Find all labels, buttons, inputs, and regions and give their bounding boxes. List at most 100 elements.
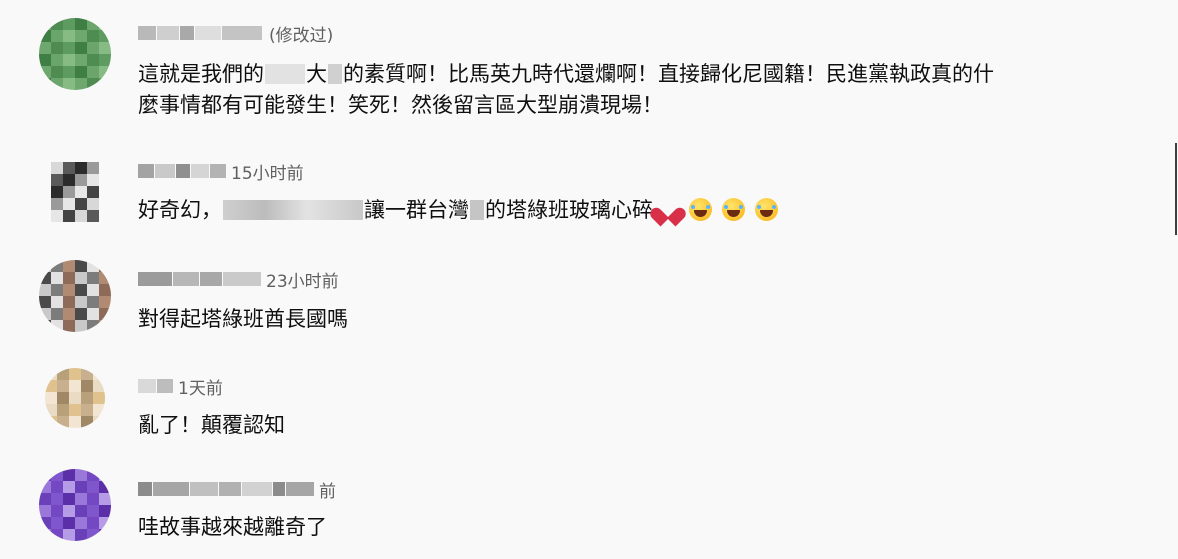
avatar-pixel [87,469,99,481]
redacted-name-block [219,482,241,496]
avatar-pixel [93,404,105,416]
avatar[interactable] [51,162,99,222]
comment-header: 23小时前 [138,267,339,292]
avatar-pixel [57,416,69,428]
avatar-pixel [63,493,75,505]
avatar-pixel [75,66,87,78]
avatar-pixel [45,404,57,416]
avatar-pixel [87,260,99,272]
avatar-pixel [93,392,105,404]
avatar-pixel [93,380,105,392]
avatar-pixel [51,186,63,198]
avatar[interactable] [39,469,111,541]
laughing-tears-icon [755,198,778,221]
redacted-name-block [155,164,175,178]
avatar-pixel [75,469,87,481]
avatar-pixel [75,30,87,42]
avatar-pixel [69,404,81,416]
avatar-pixel [45,368,57,380]
avatar[interactable] [39,18,111,90]
comment-timestamp[interactable]: 1天前 [178,374,223,399]
avatar-pixel [99,66,111,78]
avatar-pixel [45,392,57,404]
author-name-redacted[interactable] [138,377,174,395]
author-name-redacted[interactable] [138,270,262,288]
avatar-pixel [63,505,75,517]
redacted-name-block [222,26,262,40]
avatar-pixel [81,368,93,380]
avatar-pixel [51,493,63,505]
comment-timestamp[interactable]: 23小时前 [266,267,339,292]
avatar-pixel [63,529,75,541]
author-name-redacted[interactable] [138,480,315,498]
redacted-name-block [190,482,218,496]
avatar[interactable] [45,368,105,428]
avatar-pixel [87,210,99,222]
comments-section: (修改过) 這就是我們的大的素質啊！比馬英九時代還爛啊！直接歸化尼國籍！民進黨執… [0,0,1178,559]
avatar-pixel [51,18,63,30]
avatar-pixel [75,174,87,186]
avatar-pixel [87,320,99,332]
avatar-pixel [99,481,111,493]
avatar-pixel [39,296,51,308]
avatar-pixel [39,272,51,284]
edited-label: (修改过) [269,25,334,46]
avatar-pixel [75,198,87,210]
redacted-text [223,200,363,220]
avatar-pixel [39,54,51,66]
avatar-pixel [63,78,75,90]
avatar-pixel [99,42,111,54]
avatar-pixel [39,18,51,30]
avatar-pixel [75,296,87,308]
avatar-pixel [51,481,63,493]
avatar-pixel [81,416,93,428]
avatar-pixel [51,174,63,186]
avatar-pixel [45,380,57,392]
redacted-name-block [176,164,190,178]
author-name-redacted[interactable] [138,162,227,180]
avatar-pixel [87,493,99,505]
avatar-pixel [99,272,111,284]
redacted-name-block [138,482,152,496]
scrollbar[interactable] [1175,143,1177,235]
avatar-pixel [75,42,87,54]
redacted-text [328,64,342,84]
avatar-pixel [87,162,99,174]
redacted-name-block [195,26,221,40]
avatar-pixel [99,320,111,332]
avatar-pixel [63,66,75,78]
redacted-name-block [138,272,172,286]
redacted-name-block [210,164,226,178]
avatar-pixel [51,162,63,174]
avatar-pixel [87,505,99,517]
avatar[interactable] [39,260,111,332]
avatar-pixel [51,260,63,272]
avatar-pixel [99,284,111,296]
avatar-pixel [63,308,75,320]
avatar-pixel [75,517,87,529]
redacted-name-block [157,26,179,40]
avatar-pixel [51,210,63,222]
avatar-pixel [57,380,69,392]
avatar-pixel [57,368,69,380]
avatar-pixel [99,493,111,505]
avatar-pixel [75,505,87,517]
comment-timestamp[interactable]: 15小时前 [231,159,304,184]
avatar-pixel [75,320,87,332]
author-name-redacted[interactable] [138,24,263,42]
avatar-pixel [99,78,111,90]
avatar-pixel [63,162,75,174]
avatar-pixel [39,42,51,54]
avatar-pixel [39,505,51,517]
avatar-pixel [99,296,111,308]
avatar-pixel [75,162,87,174]
avatar-pixel [75,529,87,541]
avatar-pixel [69,380,81,392]
avatar-pixel [81,380,93,392]
comment-text: 這就是我們的大的素質啊！比馬英九時代還爛啊！直接歸化尼國籍！民進黨執政真的什 麼… [138,62,994,117]
avatar-pixel [63,296,75,308]
avatar-pixel [39,66,51,78]
comment-text: 好奇幻， 讓一群台灣 的塔綠班玻璃心碎 [138,195,1138,226]
comment-timestamp[interactable]: 前 [319,477,336,502]
avatar-pixel [75,284,87,296]
